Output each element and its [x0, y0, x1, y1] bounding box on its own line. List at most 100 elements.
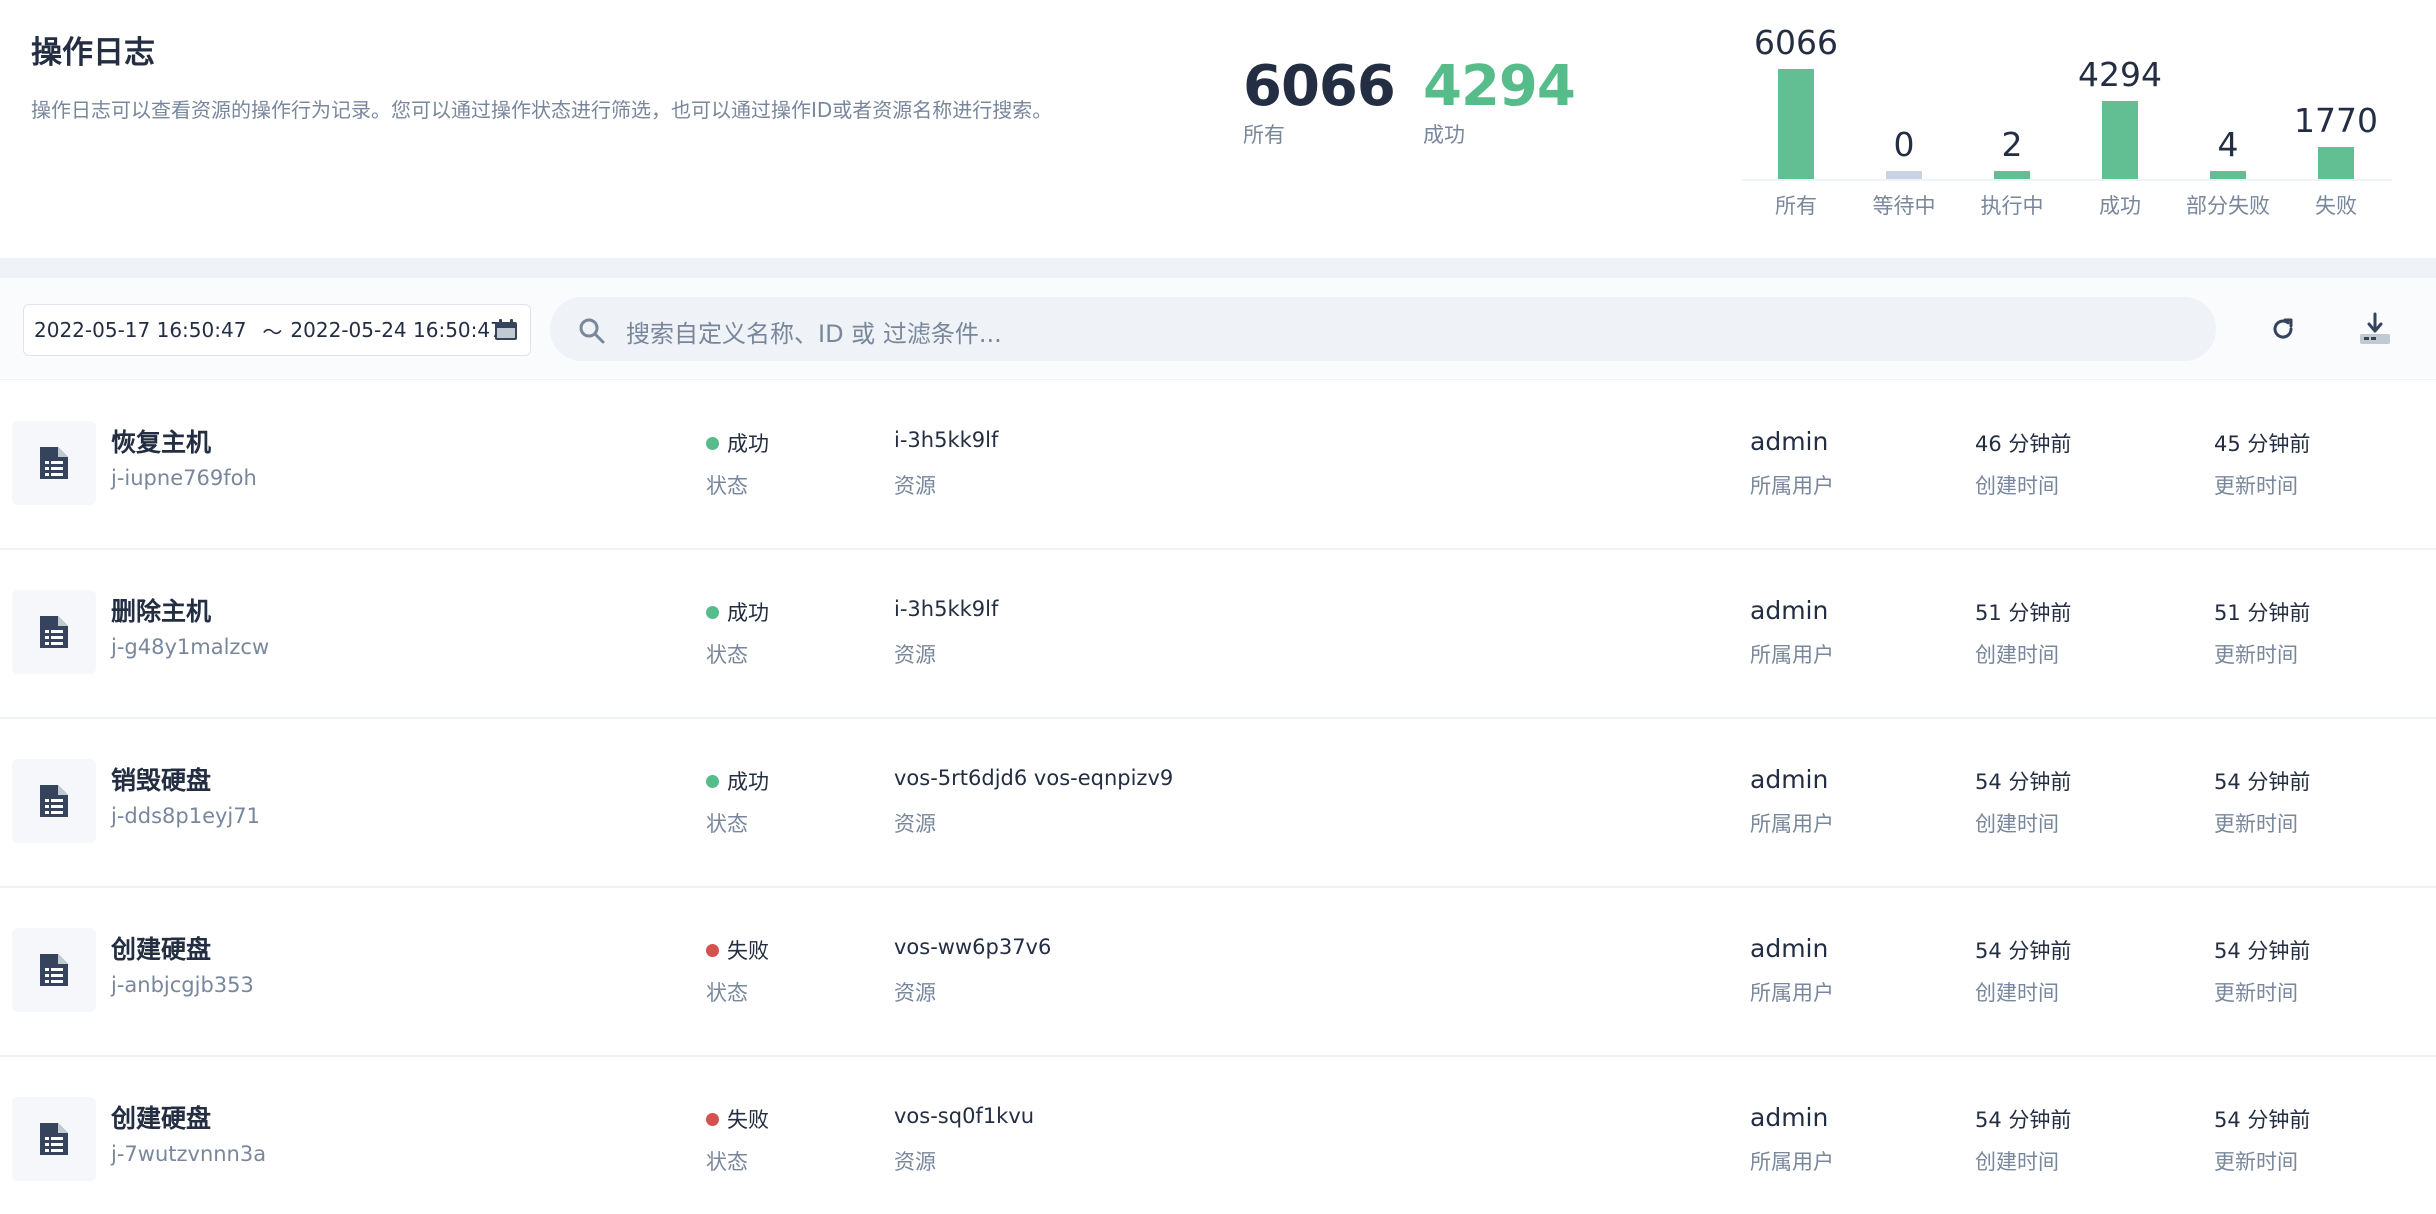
- resource-value[interactable]: vos-sq0f1kvu: [894, 1104, 1034, 1128]
- chart-bar-value: 4: [2217, 125, 2239, 164]
- stat-all-value: 6066: [1243, 54, 1396, 119]
- updated-label: 更新时间: [2214, 1150, 2298, 1174]
- status-label: 状态: [706, 474, 748, 498]
- chart-bar-value: 2: [2001, 125, 2023, 164]
- resource-label: 资源: [894, 981, 936, 1005]
- document-icon: [12, 928, 96, 1012]
- status-value: 成功: [706, 597, 769, 627]
- page-title: 操作日志: [31, 35, 155, 71]
- chart-bar-column[interactable]: 6066 所有: [1742, 20, 1850, 225]
- calendar-icon[interactable]: [494, 319, 518, 341]
- date-end: 2022-05-24 16:50:47: [290, 318, 503, 342]
- chart-bar: [2210, 171, 2246, 179]
- resource-value[interactable]: i-3h5kk9lf: [894, 597, 998, 621]
- table-row[interactable]: 创建硬盘 j-anbjcgjb353 失败 状态 vos-ww6p37v6 资源 admin…: [0, 888, 2436, 1057]
- updated-value: 45 分钟前: [2214, 432, 2311, 456]
- chart-bar-column[interactable]: 1770 失败: [2282, 20, 2390, 225]
- download-icon: [2360, 312, 2390, 344]
- table-row[interactable]: 销毁硬盘 j-dds8p1eyj71 成功状态 vos-5rt6djd6 vos-eq…: [0, 719, 2436, 888]
- chart-bar: [1778, 69, 1814, 179]
- created-value: 54 分钟前: [1975, 1108, 2072, 1132]
- owner-value: admin: [1750, 934, 1829, 963]
- owner-value: admin: [1750, 596, 1829, 625]
- date-range-picker[interactable]: 2022-05-17 16:50:47 ～ 2022-05-24 16:50:4…: [23, 304, 531, 356]
- chart-bar-column[interactable]: 4 部分失败: [2174, 20, 2282, 225]
- document-icon: [12, 590, 96, 674]
- owner-value: admin: [1750, 765, 1829, 794]
- updated-value: 54 分钟前: [2214, 770, 2311, 794]
- refresh-button[interactable]: [2260, 306, 2306, 352]
- chart-bar-value: 0: [1893, 125, 1915, 164]
- page-header: 操作日志 操作日志可以查看资源的操作行为记录。您可以通过操作状态进行筛选，也可以…: [0, 0, 2436, 258]
- operation-name[interactable]: 创建硬盘: [111, 930, 211, 966]
- status-dot-icon: [706, 774, 719, 788]
- chart-bar-column[interactable]: 0 等待中: [1850, 20, 1958, 225]
- created-label: 创建时间: [1975, 474, 2059, 498]
- status-value: 失败: [706, 1104, 769, 1134]
- status-dot-icon: [706, 943, 719, 957]
- resource-label: 资源: [894, 812, 936, 836]
- chart-bar-column[interactable]: 4294 成功: [2066, 20, 2174, 225]
- owner-label: 所属用户: [1750, 812, 1834, 836]
- owner-value: admin: [1750, 1103, 1829, 1132]
- chart-category-label: 失败: [2315, 194, 2357, 218]
- resource-value[interactable]: vos-ww6p37v6: [894, 935, 1051, 959]
- stat-success-value: 4294: [1423, 54, 1576, 119]
- refresh-icon: [2273, 318, 2293, 339]
- operation-name[interactable]: 创建硬盘: [111, 1099, 211, 1135]
- chart-bar-column[interactable]: 2 执行中: [1958, 20, 2066, 225]
- page-description: 操作日志可以查看资源的操作行为记录。您可以通过操作状态进行筛选，也可以通过操作I…: [31, 98, 1053, 122]
- updated-value: 51 分钟前: [2214, 601, 2311, 625]
- operation-name[interactable]: 删除主机: [111, 592, 211, 628]
- resource-label: 资源: [894, 474, 936, 498]
- chart-bar-value: 1770: [2294, 101, 2378, 140]
- owner-value: admin: [1750, 427, 1829, 456]
- status-value: 成功: [706, 766, 769, 796]
- search-bar[interactable]: 搜索自定义名称、ID 或 过滤条件...: [550, 297, 2216, 361]
- created-value: 51 分钟前: [1975, 601, 2072, 625]
- operation-id: j-dds8p1eyj71: [111, 804, 260, 828]
- document-icon: [12, 759, 96, 843]
- created-label: 创建时间: [1975, 1150, 2059, 1174]
- status-dot-icon: [706, 436, 719, 450]
- created-label: 创建时间: [1975, 981, 2059, 1005]
- operation-name[interactable]: 恢复主机: [111, 423, 211, 459]
- table-row[interactable]: 删除主机 j-g48y1malzcw 成功 状态 i-3h5kk9lf 资源 admin 所属…: [0, 550, 2436, 719]
- status-label: 状态: [706, 981, 748, 1005]
- updated-label: 更新时间: [2214, 981, 2298, 1005]
- operation-name[interactable]: 销毁硬盘: [111, 761, 211, 797]
- chart-bar: [2102, 101, 2138, 179]
- chart-bar-value: 4294: [2078, 55, 2162, 94]
- status-label: 状态: [706, 812, 748, 836]
- created-label: 创建时间: [1975, 812, 2059, 836]
- owner-label: 所属用户: [1750, 474, 1834, 498]
- created-value: 54 分钟前: [1975, 770, 2072, 794]
- operation-id: j-g48y1malzcw: [111, 635, 270, 659]
- updated-label: 更新时间: [2214, 812, 2298, 836]
- table-row[interactable]: 创建硬盘 j-7wutzvnnn3a 失败 状态 vos-sq0f1kvu 资源 admin…: [0, 1057, 2436, 1214]
- table-row[interactable]: 恢复主机 j-iupne769foh 成功 状态 i-3h5kk9lf 资源 admin 所属…: [0, 381, 2436, 550]
- chart-bar: [1994, 171, 2030, 179]
- resource-label: 资源: [894, 643, 936, 667]
- updated-value: 54 分钟前: [2214, 1108, 2311, 1132]
- chart-bar: [2318, 147, 2354, 179]
- created-value: 54 分钟前: [1975, 939, 2072, 963]
- status-label: 状态: [706, 1150, 748, 1174]
- resource-value[interactable]: i-3h5kk9lf: [894, 428, 998, 452]
- status-text: 失败: [727, 1108, 769, 1132]
- stat-all: 6066 所有: [1243, 54, 1396, 149]
- owner-label: 所属用户: [1750, 1150, 1834, 1174]
- status-dot-icon: [706, 1112, 719, 1126]
- stat-success: 4294 成功: [1423, 54, 1576, 149]
- separator-band: [0, 258, 2436, 278]
- owner-label: 所属用户: [1750, 981, 1834, 1005]
- date-separator: ～: [262, 319, 283, 344]
- resource-value[interactable]: vos-5rt6djd6 vos-eqnpizv9: [894, 766, 1173, 790]
- toolbar: 2022-05-17 16:50:47 ～ 2022-05-24 16:50:4…: [0, 278, 2436, 380]
- updated-value: 54 分钟前: [2214, 939, 2311, 963]
- created-value: 46 分钟前: [1975, 432, 2072, 456]
- download-button[interactable]: [2352, 306, 2398, 352]
- document-icon: [12, 1097, 96, 1181]
- updated-label: 更新时间: [2214, 643, 2298, 667]
- owner-label: 所属用户: [1750, 643, 1834, 667]
